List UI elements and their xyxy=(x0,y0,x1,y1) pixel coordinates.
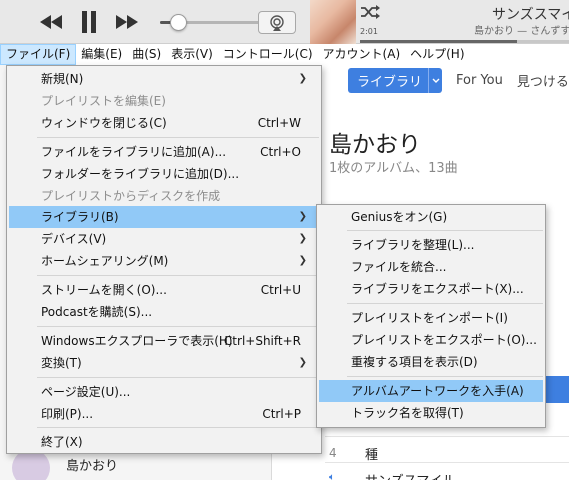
menu-song[interactable]: 曲(S) xyxy=(127,44,166,65)
chevron-right-icon: ❯ xyxy=(298,255,307,266)
menu-item-show-duplicates[interactable]: 重複する項目を表示(D) xyxy=(319,351,543,373)
nav-tabs: ライブラリ For You 見つける xyxy=(348,68,569,93)
menu-item-home-sharing[interactable]: ホームシェアリング(M) ❯ xyxy=(9,250,319,272)
page-title: 島かおり xyxy=(329,132,421,158)
menu-item-import-playlist[interactable]: プレイリストをインポート(I) xyxy=(319,307,543,329)
shuffle-icon xyxy=(361,5,380,19)
menu-account[interactable]: アカウント(A) xyxy=(318,44,406,65)
menu-separator xyxy=(37,137,319,138)
tab-library[interactable]: ライブラリ xyxy=(348,68,443,93)
menu-controls[interactable]: コントロール(C) xyxy=(218,44,318,65)
menu-help[interactable]: ヘルプ(H) xyxy=(405,44,469,65)
menu-item-library[interactable]: ライブラリ(B) ❯ xyxy=(9,206,319,228)
menu-separator xyxy=(37,377,319,378)
menu-item-close-window[interactable]: ウィンドウを閉じる(C) Ctrl+W xyxy=(9,112,319,134)
menu-separator xyxy=(37,275,319,276)
track-title[interactable]: 種 xyxy=(365,444,378,463)
pause-button[interactable] xyxy=(76,9,102,35)
menu-item-burn-playlist: プレイリストからディスクを作成 xyxy=(41,189,221,203)
menu-item-consolidate-files[interactable]: ファイルを統合... xyxy=(319,256,543,278)
speaker-icon: 🔈︎ xyxy=(329,472,335,480)
album-artwork[interactable] xyxy=(310,0,356,44)
chevron-right-icon: ❯ xyxy=(298,233,307,244)
file-menu: 新規(N) ❯ プレイリストを編集(E) ウィンドウを閉じる(C) Ctrl+W… xyxy=(6,65,322,454)
menu-item-add-file[interactable]: ファイルをライブラリに追加(A)... Ctrl+O xyxy=(9,141,319,163)
menu-view[interactable]: 表示(V) xyxy=(166,44,218,65)
menu-file[interactable]: ファイル(F) xyxy=(0,44,77,65)
menu-item-open-stream[interactable]: ストリームを開く(O)... Ctrl+U xyxy=(9,279,319,301)
fast-forward-icon xyxy=(116,15,138,29)
tab-for-you[interactable]: For You xyxy=(456,73,503,88)
now-playing-title: サンズスマイル xyxy=(492,7,569,23)
menu-item-edit-playlist: プレイリストを編集(E) xyxy=(41,94,166,108)
sidebar-artist-name[interactable]: 島かおり xyxy=(66,455,118,474)
menu-item-export-playlist[interactable]: プレイリストをエクスポート(O)... xyxy=(319,329,543,351)
divider xyxy=(325,462,569,463)
track-title-next[interactable]: サンズスマイル xyxy=(365,470,455,480)
pause-icon xyxy=(82,11,96,33)
menu-item-get-track-names[interactable]: トラック名を取得(T) xyxy=(319,402,543,424)
tab-browse[interactable]: 見つける xyxy=(517,71,569,90)
chevron-right-icon: ❯ xyxy=(298,73,307,84)
track-number: 4 xyxy=(329,446,337,460)
menu-separator xyxy=(37,427,319,428)
playback-progress[interactable] xyxy=(360,40,569,43)
menu-item-genius-on[interactable]: Geniusをオン(G) xyxy=(319,206,543,228)
menu-item-page-setup[interactable]: ページ設定(U)... xyxy=(9,381,319,403)
menu-separator xyxy=(37,326,319,327)
menu-item-exit[interactable]: 終了(X) xyxy=(9,431,319,453)
progress-fill xyxy=(360,40,517,43)
volume-knob[interactable] xyxy=(170,14,188,31)
divider xyxy=(325,436,569,437)
shuffle-button[interactable] xyxy=(360,5,380,22)
menu-item-print[interactable]: 印刷(P)... Ctrl+P xyxy=(9,403,319,425)
tab-library-label: ライブラリ xyxy=(357,75,423,90)
menu-item-podcast[interactable]: Podcastを購読(S)... xyxy=(9,301,319,323)
menu-separator xyxy=(347,376,543,377)
fast-forward-button[interactable] xyxy=(114,9,140,35)
page-subtitle: 1枚のアルバム、13曲 xyxy=(329,161,458,176)
menu-edit[interactable]: 編集(E) xyxy=(76,44,127,65)
chevron-down-icon[interactable] xyxy=(428,68,442,93)
menu-item-export-library[interactable]: ライブラリをエクスポート(X)... xyxy=(319,278,543,300)
rewind-button[interactable] xyxy=(38,9,64,35)
rewind-icon xyxy=(40,15,62,29)
menu-separator xyxy=(347,303,543,304)
player-bar: 2:01 サンズスマイル 島かおり — さんずする xyxy=(0,0,569,44)
volume-slider[interactable] xyxy=(160,14,268,31)
elapsed-time: 2:01 xyxy=(360,27,378,36)
airplay-icon xyxy=(270,14,284,31)
selected-row-highlight xyxy=(545,376,569,403)
menu-item-get-album-artwork[interactable]: アルバムアートワークを入手(A) xyxy=(319,380,543,402)
menu-bar: ファイル(F) 編集(E) 曲(S) 表示(V) コントロール(C) アカウント… xyxy=(0,44,569,65)
menu-item-new[interactable]: 新規(N) ❯ xyxy=(9,68,319,90)
airplay-button[interactable] xyxy=(258,11,296,34)
library-submenu: Geniusをオン(G) ライブラリを整理(L)... ファイルを統合... ラ… xyxy=(316,204,546,428)
menu-item-devices[interactable]: デバイス(V) ❯ xyxy=(9,228,319,250)
menu-item-show-in-explorer[interactable]: Windowsエクスプローラで表示(H) Ctrl+Shift+R xyxy=(9,330,319,352)
chevron-right-icon: ❯ xyxy=(298,211,307,222)
menu-item-convert[interactable]: 変換(T) ❯ xyxy=(9,352,319,374)
menu-item-organize-library[interactable]: ライブラリを整理(L)... xyxy=(319,234,543,256)
menu-item-add-folder[interactable]: フォルダーをライブラリに追加(D)... xyxy=(9,163,319,185)
menu-separator xyxy=(347,230,543,231)
now-playing-artist: 島かおり — さんずする xyxy=(474,26,569,37)
chevron-right-icon: ❯ xyxy=(298,357,307,368)
